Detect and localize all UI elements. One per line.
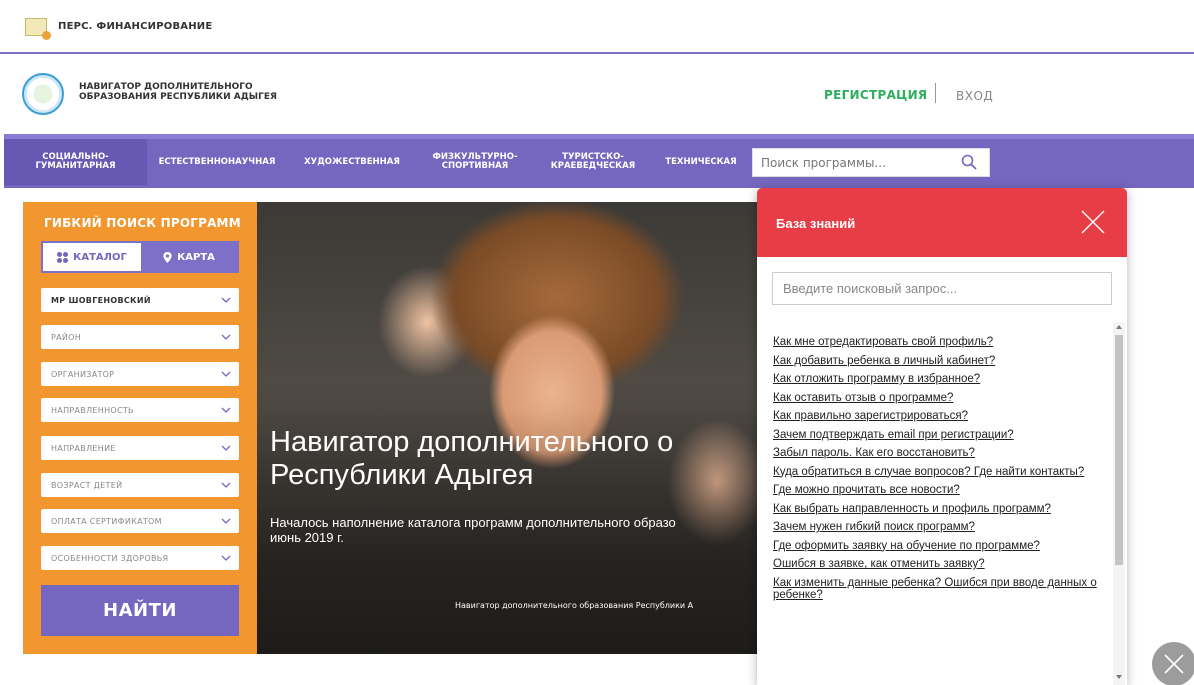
- kb-article-link[interactable]: Как мне отредактировать свой профиль?: [773, 336, 1103, 348]
- map-tab-label: КАРТА: [177, 251, 215, 263]
- knowledge-base-list: Как мне отредактировать свой профиль? Ка…: [773, 336, 1103, 607]
- nav-social-humanitarian[interactable]: СОЦИАЛЬНО- ГУМАНИТАРНАЯ: [4, 139, 147, 185]
- certificate-icon: [25, 18, 51, 40]
- nav-label: ХУДОЖЕСТВЕННАЯ: [304, 156, 400, 167]
- search-icon[interactable]: [961, 154, 977, 170]
- nav-sports[interactable]: ФИЗКУЛЬТУРНО- СПОРТИВНАЯ: [417, 139, 533, 185]
- select-placeholder: ВОЗРАСТ ДЕТЕЙ: [51, 481, 123, 490]
- grid-icon: [57, 251, 69, 263]
- kb-article-link[interactable]: Зачем нужен гибкий поиск программ?: [773, 521, 1103, 533]
- select-placeholder: НАПРАВЛЕННОСТЬ: [51, 406, 134, 415]
- flexible-search-panel: ГИБКИЙ ПОИСК ПРОГРАММ КАТАЛОГ КАРТА МР Ш…: [23, 202, 257, 654]
- select-placeholder: НАПРАВЛЕНИЕ: [51, 444, 116, 453]
- nav-artistic[interactable]: ХУДОЖЕСТВЕННАЯ: [287, 139, 417, 185]
- find-button[interactable]: НАЙТИ: [41, 585, 239, 636]
- nav-label: СПОРТИВНАЯ: [441, 161, 509, 171]
- hero-subtitle-line1: Началось наполнение каталога программ до…: [270, 515, 676, 530]
- knowledge-base-header: База знаний: [757, 188, 1127, 257]
- nav-label: ТЕХНИЧЕСКАЯ: [665, 156, 737, 167]
- organizer-select[interactable]: ОРГАНИЗАТОР: [41, 362, 239, 386]
- hero-subtitle-line2: июнь 2019 г.: [270, 530, 344, 545]
- knowledge-base-panel: База знаний Как мне отредактировать свой…: [757, 188, 1127, 685]
- nav-technical[interactable]: ТЕХНИЧЕСКАЯ: [653, 139, 749, 185]
- page: ПЕРС. ФИНАНСИРОВАНИЕ НАВИГАТОР ДОПОЛНИТЕ…: [0, 0, 1194, 685]
- select-placeholder: РАЙОН: [51, 333, 82, 342]
- kb-article-link[interactable]: Как отложить программу в избранное?: [773, 373, 1103, 385]
- kb-article-link[interactable]: Забыл пароль. Как его восстановить?: [773, 447, 1103, 459]
- map-tab[interactable]: КАРТА: [141, 243, 237, 271]
- kb-article-link[interactable]: Как добавить ребенка в личный кабинет?: [773, 355, 1103, 367]
- select-value: МР ШОВГЕНОВСКИЙ: [51, 296, 151, 305]
- category-nav: СОЦИАЛЬНО- ГУМАНИТАРНАЯ ЕСТЕСТВЕННОНАУЧНА…: [0, 134, 1194, 188]
- kb-article-link[interactable]: Где оформить заявку на обучение по прогр…: [773, 540, 1103, 552]
- chevron-down-icon: [221, 334, 231, 340]
- scroll-up-arrow-icon[interactable]: [1116, 325, 1122, 329]
- focus-select[interactable]: НАПРАВЛЕННОСТЬ: [41, 398, 239, 422]
- chevron-down-icon: [221, 371, 231, 377]
- scrollbar-thumb[interactable]: [1115, 335, 1123, 565]
- close-icon: [1164, 654, 1184, 674]
- knowledge-base-search-input[interactable]: [773, 273, 1103, 304]
- chevron-down-icon: [221, 407, 231, 413]
- select-placeholder: ОПЛАТА СЕРТИФИКАТОМ: [51, 517, 162, 526]
- hero-title-line2: Республики Адыгея: [270, 459, 534, 491]
- login-link[interactable]: ВХОД: [956, 89, 993, 103]
- site-name-line2: ОБРАЗОВАНИЯ РЕСПУБЛИКИ АДЫГЕЯ: [79, 92, 277, 102]
- district-select[interactable]: РАЙОН: [41, 325, 239, 349]
- chevron-down-icon: [221, 297, 231, 303]
- register-link[interactable]: РЕГИСТРАЦИЯ: [824, 88, 927, 102]
- site-name[interactable]: НАВИГАТОР ДОПОЛНИТЕЛЬНОГО ОБРАЗОВАНИЯ РЕ…: [79, 82, 339, 102]
- kb-article-link[interactable]: Ошибся в заявке, как отменить заявку?: [773, 558, 1103, 570]
- map-pin-icon: [163, 251, 172, 263]
- hero-caption: Навигатор дополнительного образования Ре…: [455, 601, 694, 610]
- health-features-select[interactable]: ОСОБЕННОСТИ ЗДОРОВЬЯ: [41, 546, 239, 570]
- program-search: [752, 148, 990, 177]
- top-bar: ПЕРС. ФИНАНСИРОВАНИЕ: [0, 0, 1194, 54]
- site-header: НАВИГАТОР ДОПОЛНИТЕЛЬНОГО ОБРАЗОВАНИЯ РЕ…: [0, 56, 1194, 134]
- kb-article-link[interactable]: Как изменить данные ребенка? Ошибся при …: [773, 577, 1103, 601]
- nav-natural-science[interactable]: ЕСТЕСТВЕННОНАУЧНАЯ: [147, 139, 287, 185]
- child-age-select[interactable]: ВОЗРАСТ ДЕТЕЙ: [41, 473, 239, 497]
- kb-article-link[interactable]: Как выбрать направленность и профиль про…: [773, 503, 1103, 515]
- catalog-tab[interactable]: КАТАЛОГ: [43, 243, 141, 271]
- site-logo[interactable]: [22, 73, 64, 115]
- nav-label: ЕСТЕСТВЕННОНАУЧНАЯ: [158, 156, 276, 167]
- program-search-input[interactable]: [753, 149, 953, 176]
- kb-article-link[interactable]: Где можно прочитать все новости?: [773, 484, 1103, 496]
- municipality-select[interactable]: МР ШОВГЕНОВСКИЙ: [41, 288, 239, 312]
- knowledge-base-title: База знаний: [776, 216, 856, 231]
- knowledge-base-scrollbar[interactable]: [1113, 322, 1125, 685]
- chevron-down-icon: [221, 445, 231, 451]
- certificate-payment-select[interactable]: ОПЛАТА СЕРТИФИКАТОМ: [41, 509, 239, 533]
- hero-title-line1: Навигатор дополнительного о: [270, 426, 674, 458]
- view-switch: КАТАЛОГ КАРТА: [41, 241, 239, 273]
- kb-article-link[interactable]: Как оставить отзыв о программе?: [773, 392, 1103, 404]
- select-placeholder: ОРГАНИЗАТОР: [51, 370, 115, 379]
- kb-article-link[interactable]: Как правильно зарегистрироваться?: [773, 410, 1103, 422]
- site-name-line1: НАВИГАТОР ДОПОЛНИТЕЛЬНОГО: [79, 82, 253, 92]
- hero-title: Навигатор дополнительного о Республики А…: [270, 426, 777, 492]
- knowledge-base-search: [772, 272, 1112, 305]
- nav-label: КРАЕВЕДЧЕСКАЯ: [550, 161, 636, 171]
- scroll-down-arrow-icon[interactable]: [1116, 675, 1122, 679]
- select-placeholder: ОСОБЕННОСТИ ЗДОРОВЬЯ: [51, 554, 169, 563]
- close-icon[interactable]: [1081, 210, 1105, 234]
- nav-tourism[interactable]: ТУРИСТСКО- КРАЕВЕДЧЕСКАЯ: [533, 139, 653, 185]
- kb-article-link[interactable]: Куда обратиться в случае вопросов? Где н…: [773, 466, 1103, 478]
- pers-financing-link[interactable]: ПЕРС. ФИНАНСИРОВАНИЕ: [58, 21, 212, 32]
- chevron-down-icon: [221, 555, 231, 561]
- direction-select[interactable]: НАПРАВЛЕНИЕ: [41, 436, 239, 460]
- chevron-down-icon: [221, 482, 231, 488]
- hero-subtitle: Началось наполнение каталога программ до…: [270, 515, 676, 545]
- floating-close-button[interactable]: [1152, 642, 1194, 685]
- kb-article-link[interactable]: Зачем подтверждать email при регистрации…: [773, 429, 1103, 441]
- nav-label: ГУМАНИТАРНАЯ: [35, 161, 116, 171]
- header-divider: [935, 83, 936, 103]
- catalog-tab-label: КАТАЛОГ: [73, 251, 127, 263]
- flexible-search-title: ГИБКИЙ ПОИСК ПРОГРАММ: [44, 216, 241, 230]
- chevron-down-icon: [221, 518, 231, 524]
- hero-banner[interactable]: Навигатор дополнительного о Республики А…: [257, 202, 777, 654]
